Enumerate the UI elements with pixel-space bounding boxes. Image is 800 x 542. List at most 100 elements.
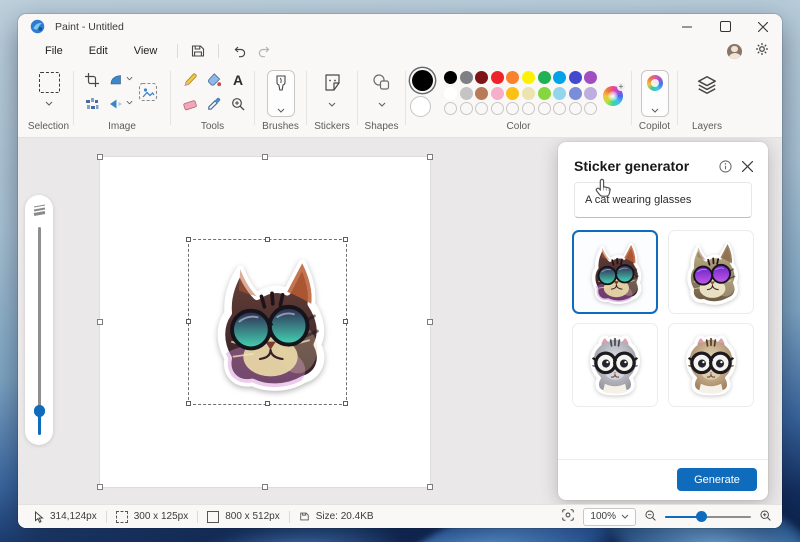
- settings-button[interactable]: [754, 41, 770, 62]
- copilot-button[interactable]: [641, 70, 669, 117]
- menu-file[interactable]: File: [32, 43, 76, 59]
- color-swatch[interactable]: [568, 86, 582, 100]
- color-swatch[interactable]: [568, 71, 582, 84]
- custom-color-slot[interactable]: [537, 102, 551, 115]
- selection-region[interactable]: [186, 237, 348, 406]
- undo-button[interactable]: [226, 41, 252, 61]
- custom-color-slot[interactable]: [475, 102, 489, 115]
- maximize-button[interactable]: [706, 14, 744, 39]
- zoom-out-button[interactable]: [644, 509, 657, 525]
- custom-color-slot[interactable]: [506, 102, 520, 115]
- pencil-button[interactable]: [180, 70, 200, 90]
- resize-handle[interactable]: [186, 401, 191, 406]
- color-swatch[interactable]: [521, 86, 535, 100]
- account-avatar[interactable]: [727, 43, 742, 59]
- custom-color-slot[interactable]: [584, 102, 598, 115]
- custom-color-slot[interactable]: [459, 102, 473, 115]
- chevron-down-icon[interactable]: [378, 102, 386, 107]
- color-swatch[interactable]: [521, 71, 535, 84]
- minimize-button[interactable]: [668, 14, 706, 39]
- close-button[interactable]: [744, 14, 782, 39]
- generate-button[interactable]: Generate: [677, 468, 757, 491]
- zoom-level-dropdown[interactable]: 100%: [583, 507, 636, 526]
- fill-button[interactable]: [204, 70, 224, 90]
- resize-handle[interactable]: [264, 401, 270, 406]
- menu-edit[interactable]: Edit: [76, 43, 121, 59]
- primary-color-swatch[interactable]: [412, 70, 433, 91]
- resize-handle[interactable]: [97, 154, 103, 160]
- flip-button[interactable]: [106, 94, 126, 114]
- chevron-down-icon[interactable]: [45, 101, 53, 106]
- chevron-down-icon[interactable]: [328, 102, 336, 107]
- custom-color-slot[interactable]: [568, 102, 582, 115]
- zoom-slider[interactable]: [665, 511, 751, 523]
- menu-view[interactable]: View: [121, 43, 171, 59]
- color-swatch[interactable]: [584, 86, 598, 100]
- resize-handle[interactable]: [343, 237, 348, 242]
- resize-handle[interactable]: [262, 154, 268, 160]
- canvas-sticker-cat[interactable]: [192, 243, 343, 401]
- save-button[interactable]: [185, 41, 211, 61]
- resize-handle[interactable]: [343, 319, 348, 324]
- panel-close-button[interactable]: [736, 155, 758, 177]
- sticker-thumbnail-3[interactable]: [572, 323, 658, 407]
- color-swatch[interactable]: [490, 71, 504, 84]
- text-tool-button[interactable]: A: [228, 70, 248, 90]
- resize-handle[interactable]: [186, 237, 191, 242]
- color-swatch[interactable]: [506, 86, 520, 100]
- canvas-pattern-button[interactable]: [82, 94, 102, 114]
- color-swatch[interactable]: [444, 86, 457, 100]
- color-swatch[interactable]: [475, 86, 489, 100]
- custom-color-slot[interactable]: [553, 102, 567, 115]
- color-swatch[interactable]: [475, 71, 489, 84]
- rotate-button[interactable]: [106, 70, 126, 90]
- resize-image-button[interactable]: [136, 80, 160, 104]
- shapes-button[interactable]: [370, 71, 392, 93]
- resize-handle[interactable]: [343, 401, 348, 406]
- eraser-button[interactable]: [180, 94, 200, 114]
- color-swatch[interactable]: [584, 71, 598, 84]
- color-swatch[interactable]: [490, 86, 504, 100]
- sticker-thumbnail-4[interactable]: [668, 323, 754, 407]
- info-button[interactable]: [714, 155, 736, 177]
- resize-handle[interactable]: [427, 154, 433, 160]
- resize-handle[interactable]: [186, 319, 191, 324]
- color-swatch[interactable]: [459, 71, 473, 84]
- zoom-in-button[interactable]: [759, 509, 772, 525]
- redo-button[interactable]: [252, 41, 278, 61]
- crop-button[interactable]: [82, 70, 102, 90]
- color-swatch[interactable]: [444, 71, 457, 84]
- chevron-down-icon[interactable]: [126, 100, 133, 105]
- brushes-button[interactable]: [267, 70, 295, 117]
- drawing-canvas[interactable]: [97, 154, 433, 490]
- color-swatch[interactable]: [506, 71, 520, 84]
- color-swatch[interactable]: [553, 71, 567, 84]
- layers-button[interactable]: [695, 73, 719, 97]
- magnifier-button[interactable]: [228, 94, 248, 114]
- custom-color-slot[interactable]: [490, 102, 504, 115]
- sticker-thumbnail-1[interactable]: [572, 230, 658, 314]
- eyedropper-button[interactable]: [204, 94, 224, 114]
- color-swatch[interactable]: [537, 86, 551, 100]
- color-swatch[interactable]: [459, 86, 473, 100]
- resize-handle[interactable]: [262, 484, 268, 490]
- secondary-color-swatch[interactable]: [410, 96, 431, 117]
- thickness-slider-track[interactable]: [38, 227, 41, 427]
- color-swatch[interactable]: [537, 71, 551, 84]
- eyedropper-icon: [208, 97, 221, 110]
- custom-color-slot[interactable]: [444, 102, 457, 115]
- stickers-button[interactable]: [321, 71, 343, 93]
- resize-handle[interactable]: [264, 237, 270, 242]
- resize-handle[interactable]: [427, 319, 433, 325]
- selection-tool-button[interactable]: [38, 71, 60, 93]
- resize-handle[interactable]: [427, 484, 433, 490]
- resize-handle[interactable]: [97, 319, 103, 325]
- fit-to-screen-button[interactable]: [561, 508, 575, 525]
- thickness-slider-thumb[interactable]: [33, 405, 45, 417]
- chevron-down-icon[interactable]: [126, 76, 133, 81]
- resize-handle[interactable]: [97, 484, 103, 490]
- custom-color-slot[interactable]: [521, 102, 535, 115]
- zoom-slider-thumb[interactable]: [696, 511, 707, 522]
- sticker-thumbnail-2[interactable]: [668, 230, 754, 314]
- color-swatch[interactable]: [553, 86, 567, 100]
